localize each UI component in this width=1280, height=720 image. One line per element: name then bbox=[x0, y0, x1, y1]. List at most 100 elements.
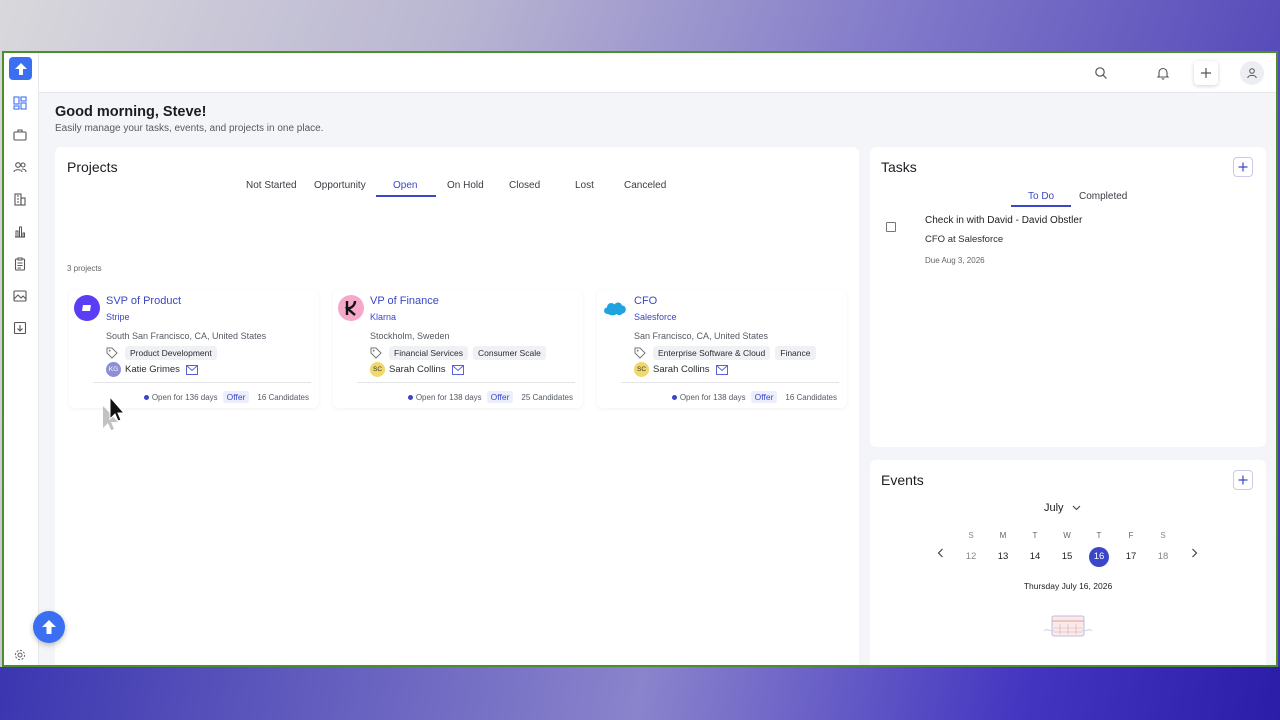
project-company[interactable]: Salesforce bbox=[634, 312, 677, 322]
project-owner: KG Katie Grimes bbox=[106, 362, 198, 377]
weekday-label: S bbox=[968, 531, 974, 540]
projects-panel: Projects Not Started Opportunity Open On… bbox=[55, 147, 859, 665]
floating-assistant-button[interactable] bbox=[33, 611, 65, 643]
prev-week-button[interactable] bbox=[934, 546, 946, 560]
divider bbox=[93, 382, 311, 383]
owner-name[interactable]: Sarah Collins bbox=[653, 364, 710, 375]
project-company[interactable]: Stripe bbox=[106, 312, 130, 322]
dashboard-icon bbox=[13, 96, 27, 110]
image-icon bbox=[13, 290, 27, 302]
calendar-day-selected[interactable]: 16 bbox=[1089, 547, 1109, 567]
tab-opportunity[interactable]: Opportunity bbox=[314, 180, 366, 191]
tasks-title: Tasks bbox=[881, 159, 917, 175]
tasks-panel: Tasks To Do Completed Check in with Davi… bbox=[870, 147, 1266, 447]
next-week-button[interactable] bbox=[1188, 546, 1200, 560]
project-tags: Enterprise Software & Cloud Finance bbox=[634, 346, 854, 360]
salesforce-logo-icon bbox=[604, 302, 626, 316]
add-event-button[interactable] bbox=[1233, 470, 1253, 490]
task-title[interactable]: Check in with David - David Obstler bbox=[925, 215, 1082, 226]
sidebar-item-media[interactable] bbox=[12, 288, 28, 304]
weekday-label: T bbox=[1032, 531, 1038, 540]
klarna-logo-icon bbox=[344, 300, 357, 316]
tab-open[interactable]: Open bbox=[393, 180, 417, 191]
add-task-button[interactable] bbox=[1233, 157, 1253, 177]
task-checkbox[interactable] bbox=[886, 222, 896, 232]
candidates-count[interactable]: 25 Candidates bbox=[521, 393, 573, 402]
project-card[interactable]: SVP of Product Stripe South San Francisc… bbox=[69, 290, 319, 408]
events-title: Events bbox=[881, 472, 924, 488]
tab-to-do[interactable]: To Do bbox=[1028, 191, 1054, 202]
sidebar-item-people[interactable] bbox=[12, 159, 28, 175]
candidates-count[interactable]: 16 Candidates bbox=[257, 393, 309, 402]
notifications-button[interactable] bbox=[1153, 63, 1173, 83]
project-title[interactable]: SVP of Product bbox=[106, 295, 181, 307]
page-title: Good morning, Steve! bbox=[55, 104, 207, 120]
sidebar-item-tasks[interactable] bbox=[12, 256, 28, 272]
projects-title: Projects bbox=[67, 159, 118, 175]
company-logo-salesforce bbox=[602, 295, 628, 321]
project-title[interactable]: CFO bbox=[634, 295, 657, 307]
project-location: Stockholm, Sweden bbox=[370, 331, 450, 341]
open-duration: Open for 138 days bbox=[679, 392, 746, 402]
mail-icon[interactable] bbox=[715, 364, 728, 375]
plus-icon bbox=[1238, 162, 1248, 172]
building-icon bbox=[14, 193, 26, 206]
sidebar-item-companies[interactable] bbox=[12, 191, 28, 207]
app-logo-button[interactable] bbox=[9, 57, 32, 80]
divider bbox=[621, 382, 839, 383]
create-button[interactable] bbox=[1194, 61, 1218, 85]
weekday-label: F bbox=[1128, 531, 1134, 540]
owner-name[interactable]: Katie Grimes bbox=[125, 364, 180, 375]
project-tag: Financial Services bbox=[389, 346, 468, 360]
sidebar-item-downloads[interactable] bbox=[12, 320, 28, 336]
avatar: KG bbox=[106, 362, 121, 377]
calendar-day[interactable]: 17 bbox=[1120, 547, 1142, 567]
search-icon bbox=[1095, 67, 1107, 79]
user-menu-button[interactable] bbox=[1240, 61, 1264, 85]
mail-icon[interactable] bbox=[451, 364, 464, 375]
status-dot bbox=[671, 394, 677, 400]
project-location: San Francisco, CA, United States bbox=[634, 331, 769, 341]
project-company[interactable]: Klarna bbox=[370, 312, 396, 322]
tab-on-hold[interactable]: On Hold bbox=[447, 180, 484, 191]
tab-completed[interactable]: Completed bbox=[1079, 191, 1127, 202]
project-owner: SC Sarah Collins bbox=[370, 362, 464, 377]
events-panel: Events July S M T W T F S 12 13 14 15 16… bbox=[870, 460, 1266, 665]
tag-icon bbox=[106, 347, 118, 359]
tag-icon bbox=[370, 347, 382, 359]
chevron-right-icon bbox=[1191, 548, 1197, 558]
chevron-down-icon bbox=[1072, 505, 1080, 511]
mail-icon[interactable] bbox=[185, 364, 198, 375]
month-selector[interactable]: July bbox=[1044, 502, 1081, 514]
calendar-day[interactable]: 13 bbox=[992, 547, 1014, 567]
search-button[interactable] bbox=[1091, 63, 1111, 83]
owner-name[interactable]: Sarah Collins bbox=[389, 364, 446, 375]
tab-canceled[interactable]: Canceled bbox=[624, 180, 666, 191]
clipboard-icon bbox=[14, 257, 26, 271]
plus-icon bbox=[1238, 475, 1248, 485]
project-card[interactable]: VP of Finance Klarna Stockholm, Sweden F… bbox=[333, 290, 583, 408]
bell-icon bbox=[1156, 67, 1170, 80]
calendar-day[interactable]: 15 bbox=[1056, 547, 1078, 567]
tab-not-started[interactable]: Not Started bbox=[246, 180, 297, 191]
project-card[interactable]: CFO Salesforce San Francisco, CA, United… bbox=[597, 290, 847, 408]
logo-icon bbox=[14, 62, 27, 75]
calendar-day[interactable]: 14 bbox=[1024, 547, 1046, 567]
project-footer: Open for 138 days Offer 16 Candidates bbox=[671, 391, 837, 403]
sidebar bbox=[4, 53, 39, 665]
sidebar-item-reports[interactable] bbox=[12, 223, 28, 239]
weekday-label: W bbox=[1063, 531, 1071, 540]
mouse-cursor bbox=[102, 395, 126, 430]
tab-lost[interactable]: Lost bbox=[575, 180, 594, 191]
project-tag: Enterprise Software & Cloud bbox=[653, 346, 771, 360]
project-title[interactable]: VP of Finance bbox=[370, 295, 439, 307]
stripe-logo-icon bbox=[82, 305, 91, 311]
sidebar-item-projects[interactable] bbox=[12, 127, 28, 143]
sidebar-item-dashboard[interactable] bbox=[12, 95, 28, 111]
candidates-count[interactable]: 16 Candidates bbox=[785, 393, 837, 402]
tab-closed[interactable]: Closed bbox=[509, 180, 540, 191]
sidebar-item-settings[interactable] bbox=[12, 647, 28, 663]
calendar-day[interactable]: 12 bbox=[960, 547, 982, 567]
open-duration: Open for 136 days bbox=[151, 392, 218, 402]
calendar-day[interactable]: 18 bbox=[1152, 547, 1174, 567]
